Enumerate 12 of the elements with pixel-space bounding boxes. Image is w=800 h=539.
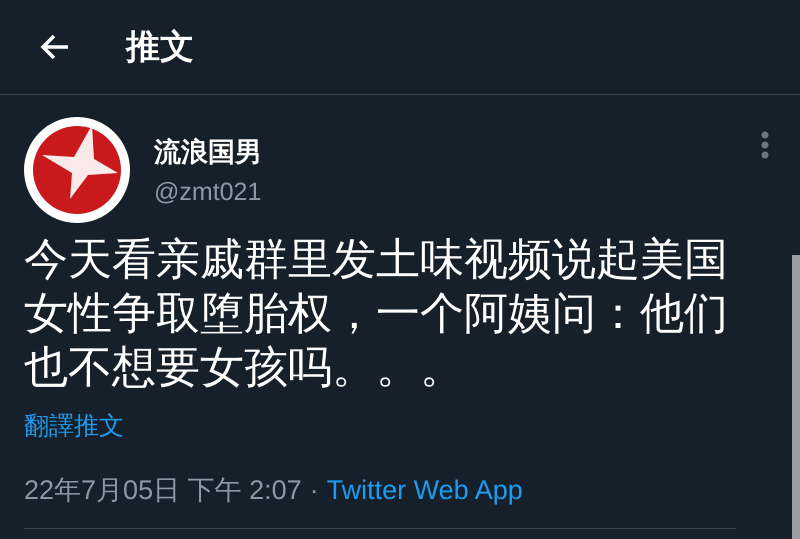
translate-link[interactable]: 翻譯推文: [24, 409, 124, 442]
back-arrow-icon: [40, 34, 70, 60]
tweet-text: 今天看亲戚群里发土味视频说起美国女性争取堕胎权，一个阿姨问：他们也不想要女孩吗。。。: [24, 234, 728, 394]
tweet-timestamp: 22年7月05日 下午 2:07: [24, 474, 302, 507]
avatar[interactable]: [24, 117, 130, 223]
user-handle: @zmt021: [154, 178, 262, 206]
user-name: 流浪国男: [154, 136, 262, 168]
page-title: 推文: [126, 27, 194, 68]
more-icon[interactable]: [760, 131, 770, 159]
separator-dot: ·: [310, 474, 319, 506]
source-link[interactable]: Twitter Web App: [326, 474, 523, 506]
scrollbar[interactable]: [792, 255, 800, 539]
